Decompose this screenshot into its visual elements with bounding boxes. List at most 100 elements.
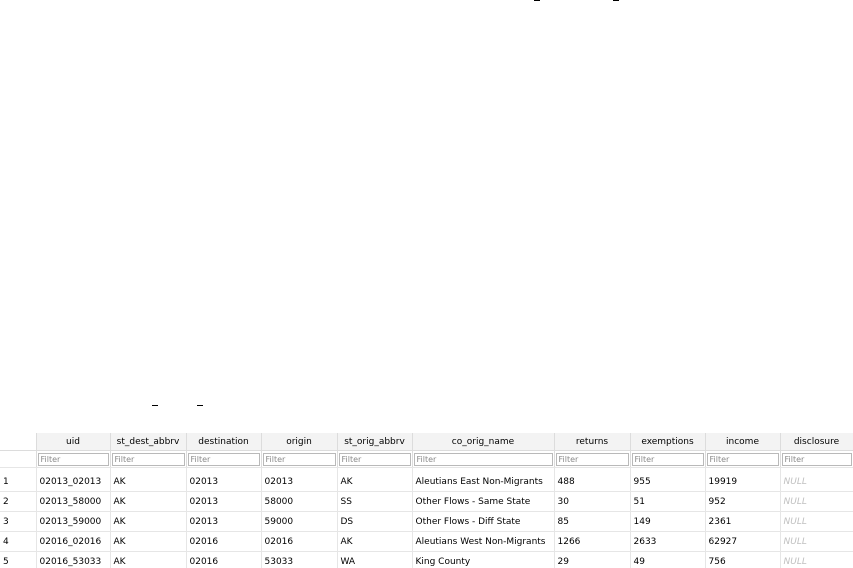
- cell-disclosure[interactable]: NULL: [780, 491, 853, 512]
- cell-st-dest-abbrv[interactable]: AK: [110, 551, 187, 568]
- result-table: uid st_dest_abbrv destination origin st_…: [0, 433, 853, 568]
- table-row[interactable]: 3 02013_59000 AK 02013 59000 DS Other Fl…: [0, 511, 853, 532]
- cell-destination[interactable]: 02013: [186, 511, 262, 532]
- filter-cell: [630, 450, 706, 468]
- cell-income[interactable]: 62927: [705, 531, 781, 552]
- cell-returns[interactable]: 488: [554, 472, 631, 492]
- cell-returns[interactable]: 85: [554, 511, 631, 532]
- column-header-returns[interactable]: returns: [554, 433, 631, 451]
- cell-uid[interactable]: 02016_53033: [36, 551, 111, 568]
- filter-cell: [412, 450, 555, 468]
- filter-cell: [36, 450, 111, 468]
- cell-st-orig-abbrv[interactable]: AK: [337, 472, 413, 492]
- cell-st-dest-abbrv[interactable]: AK: [110, 531, 187, 552]
- cell-exemptions[interactable]: 149: [630, 511, 706, 532]
- filter-input-returns[interactable]: [555, 452, 629, 466]
- filter-input-destination[interactable]: [187, 452, 260, 466]
- filter-cell: [186, 450, 262, 468]
- cell-destination[interactable]: 02016: [186, 551, 262, 568]
- cell-exemptions[interactable]: 955: [630, 472, 706, 492]
- column-header-exemptions[interactable]: exemptions: [630, 433, 706, 451]
- table-row[interactable]: 2 02013_58000 AK 02013 58000 SS Other Fl…: [0, 491, 853, 512]
- row-number[interactable]: 3: [0, 511, 37, 532]
- column-header-uid[interactable]: uid: [36, 433, 111, 451]
- cell-origin[interactable]: 53033: [261, 551, 338, 568]
- corner-cell: [0, 450, 37, 468]
- cell-st-orig-abbrv[interactable]: DS: [337, 511, 413, 532]
- cell-destination[interactable]: 02016: [186, 531, 262, 552]
- artifact-mark: [613, 0, 619, 1]
- column-header-co-orig-name[interactable]: co_orig_name: [412, 433, 555, 451]
- row-number[interactable]: 5: [0, 551, 37, 568]
- cell-destination[interactable]: 02013: [186, 472, 262, 492]
- cell-income[interactable]: 952: [705, 491, 781, 512]
- column-header-st-dest-abbrv[interactable]: st_dest_abbrv: [110, 433, 187, 451]
- column-header-income[interactable]: income: [705, 433, 781, 451]
- cell-returns[interactable]: 1266: [554, 531, 631, 552]
- table-row[interactable]: 5 02016_53033 AK 02016 53033 WA King Cou…: [0, 551, 853, 568]
- cell-uid[interactable]: 02013_59000: [36, 511, 111, 532]
- cell-disclosure[interactable]: NULL: [780, 551, 853, 568]
- filter-input-uid[interactable]: [37, 452, 109, 466]
- cell-origin[interactable]: 59000: [261, 511, 338, 532]
- filter-input-st-orig-abbrv[interactable]: [338, 452, 411, 466]
- cell-st-orig-abbrv[interactable]: AK: [337, 531, 413, 552]
- cell-co-orig-name[interactable]: Other Flows - Diff State: [412, 511, 555, 532]
- cell-co-orig-name[interactable]: Aleutians East Non-Migrants: [412, 472, 555, 492]
- data-grid: uid st_dest_abbrv destination origin st_…: [0, 433, 853, 568]
- cell-disclosure[interactable]: NULL: [780, 531, 853, 552]
- query-result-window: uid st_dest_abbrv destination origin st_…: [0, 0, 853, 568]
- cell-st-orig-abbrv[interactable]: WA: [337, 551, 413, 568]
- filter-cell: [337, 450, 413, 468]
- cell-st-orig-abbrv[interactable]: SS: [337, 491, 413, 512]
- cell-st-dest-abbrv[interactable]: AK: [110, 472, 187, 492]
- row-number[interactable]: 2: [0, 491, 37, 512]
- filter-cell: [261, 450, 338, 468]
- filter-input-income[interactable]: [706, 452, 779, 466]
- cell-origin[interactable]: 02013: [261, 472, 338, 492]
- cell-income[interactable]: 19919: [705, 472, 781, 492]
- column-header-origin[interactable]: origin: [261, 433, 338, 451]
- cell-income[interactable]: 756: [705, 551, 781, 568]
- filter-cell: [554, 450, 631, 468]
- cell-origin[interactable]: 58000: [261, 491, 338, 512]
- cell-disclosure[interactable]: NULL: [780, 472, 853, 492]
- filter-input-disclosure[interactable]: [781, 452, 852, 466]
- row-number[interactable]: 1: [0, 472, 37, 492]
- cell-uid[interactable]: 02013_58000: [36, 491, 111, 512]
- column-header-disclosure[interactable]: disclosure: [780, 433, 853, 451]
- table-row[interactable]: 4 02016_02016 AK 02016 02016 AK Aleutian…: [0, 531, 853, 552]
- header-row: uid st_dest_abbrv destination origin st_…: [0, 433, 853, 451]
- cell-returns[interactable]: 30: [554, 491, 631, 512]
- cell-disclosure[interactable]: NULL: [780, 511, 853, 532]
- row-number[interactable]: 4: [0, 531, 37, 552]
- table-row[interactable]: 1 02013_02013 AK 02013 02013 AK Aleutian…: [0, 472, 853, 492]
- cell-uid[interactable]: 02013_02013: [36, 472, 111, 492]
- artifact-mark: [197, 405, 203, 406]
- column-header-st-orig-abbrv[interactable]: st_orig_abbrv: [337, 433, 413, 451]
- cell-exemptions[interactable]: 51: [630, 491, 706, 512]
- artifact-mark: [152, 405, 158, 406]
- cell-uid[interactable]: 02016_02016: [36, 531, 111, 552]
- filter-input-exemptions[interactable]: [631, 452, 704, 466]
- cell-origin[interactable]: 02016: [261, 531, 338, 552]
- artifact-mark: [534, 0, 540, 1]
- cell-returns[interactable]: 29: [554, 551, 631, 568]
- cell-st-dest-abbrv[interactable]: AK: [110, 511, 187, 532]
- column-header-destination[interactable]: destination: [186, 433, 262, 451]
- cell-destination[interactable]: 02013: [186, 491, 262, 512]
- filter-input-origin[interactable]: [262, 452, 336, 466]
- filter-row: [0, 450, 853, 468]
- cell-st-dest-abbrv[interactable]: AK: [110, 491, 187, 512]
- cell-exemptions[interactable]: 49: [630, 551, 706, 568]
- cell-co-orig-name[interactable]: Aleutians West Non-Migrants: [412, 531, 555, 552]
- filter-cell: [780, 450, 853, 468]
- cell-co-orig-name[interactable]: King County: [412, 551, 555, 568]
- cell-co-orig-name[interactable]: Other Flows - Same State: [412, 491, 555, 512]
- filter-input-st-dest-abbrv[interactable]: [111, 452, 185, 466]
- cell-exemptions[interactable]: 2633: [630, 531, 706, 552]
- corner-cell: [0, 433, 37, 451]
- cell-income[interactable]: 2361: [705, 511, 781, 532]
- filter-input-co-orig-name[interactable]: [413, 452, 553, 466]
- filter-cell: [110, 450, 187, 468]
